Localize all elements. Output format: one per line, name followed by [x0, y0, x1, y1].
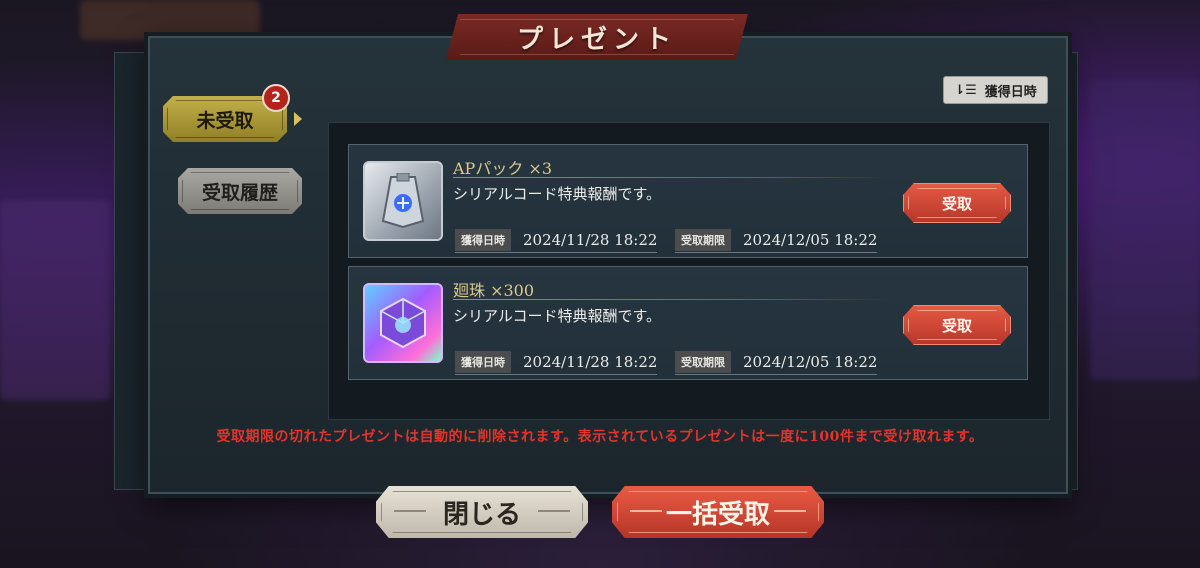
meta-underline — [675, 252, 878, 253]
claim-button-label: 受取 — [941, 194, 972, 213]
deadline-label: 受取期限 — [675, 229, 731, 251]
sort-icon: ⇂☰ — [954, 82, 977, 98]
meta-underline — [675, 374, 878, 375]
orb-cube-icon — [363, 283, 443, 363]
sort-label: 獲得日時 — [984, 84, 1037, 100]
item-description: シリアルコード特典報酬です。 — [453, 307, 662, 325]
acquired-label: 獲得日時 — [455, 229, 511, 251]
deadline-meta: 受取期限 2024/12/05 18:22 — [675, 351, 878, 375]
button-decoration — [630, 510, 662, 512]
claim-button-label: 受取 — [941, 316, 972, 335]
claim-button[interactable]: 受取 — [903, 305, 1011, 345]
acquired-meta: 獲得日時 2024/11/28 18:22 — [455, 229, 658, 253]
acquired-meta: 獲得日時 2024/11/28 18:22 — [455, 351, 658, 375]
orb-cube-graphic — [380, 297, 426, 349]
background-blur — [80, 0, 260, 40]
deadline-label: 受取期限 — [675, 351, 731, 373]
sort-button[interactable]: ⇂☰ 獲得日時 — [943, 76, 1048, 104]
claim-all-button[interactable]: 一括受取 — [612, 486, 824, 538]
item-name: 廻珠 ×300 — [453, 281, 535, 300]
acquired-value: 2024/11/28 18:22 — [523, 231, 658, 249]
list-item: 廻珠 ×300 シリアルコード特典報酬です。 獲得日時 2024/11/28 1… — [348, 266, 1028, 380]
acquired-value: 2024/11/28 18:22 — [523, 353, 658, 371]
item-divider — [453, 177, 889, 178]
background-blur — [0, 200, 110, 400]
button-decoration — [538, 510, 570, 512]
ap-pack-graphic — [381, 173, 425, 229]
tab-history[interactable]: 受取履歴 — [178, 168, 302, 214]
deadline-value: 2024/12/05 18:22 — [743, 231, 878, 249]
button-decoration — [774, 510, 806, 512]
list-item: APパック ×3 シリアルコード特典報酬です。 獲得日時 2024/11/28 … — [348, 144, 1028, 258]
dialog-title-plate: プレゼント — [446, 14, 748, 60]
button-decoration — [394, 510, 426, 512]
claim-button[interactable]: 受取 — [903, 183, 1011, 223]
item-name: APパック ×3 — [453, 159, 552, 178]
button-frame — [617, 491, 819, 533]
deadline-value: 2024/12/05 18:22 — [743, 353, 878, 371]
item-description: シリアルコード特典報酬です。 — [453, 185, 662, 203]
expiry-notice: 受取期限の切れたプレゼントは自動的に削除されます。表示されているプレゼントは一度… — [216, 429, 984, 445]
unclaimed-count-badge: 2 — [262, 84, 290, 112]
deadline-meta: 受取期限 2024/12/05 18:22 — [675, 229, 878, 253]
close-button[interactable]: 閉じる — [376, 486, 588, 538]
acquired-label: 獲得日時 — [455, 351, 511, 373]
tab-frame — [182, 172, 298, 210]
background-blur — [1090, 80, 1200, 380]
meta-underline — [455, 374, 658, 375]
ap-pack-icon — [363, 161, 443, 241]
active-tab-arrow-icon — [294, 112, 302, 126]
button-frame — [381, 491, 583, 533]
item-divider — [453, 299, 889, 300]
dialog-title: プレゼント — [516, 24, 677, 55]
meta-underline — [455, 252, 658, 253]
